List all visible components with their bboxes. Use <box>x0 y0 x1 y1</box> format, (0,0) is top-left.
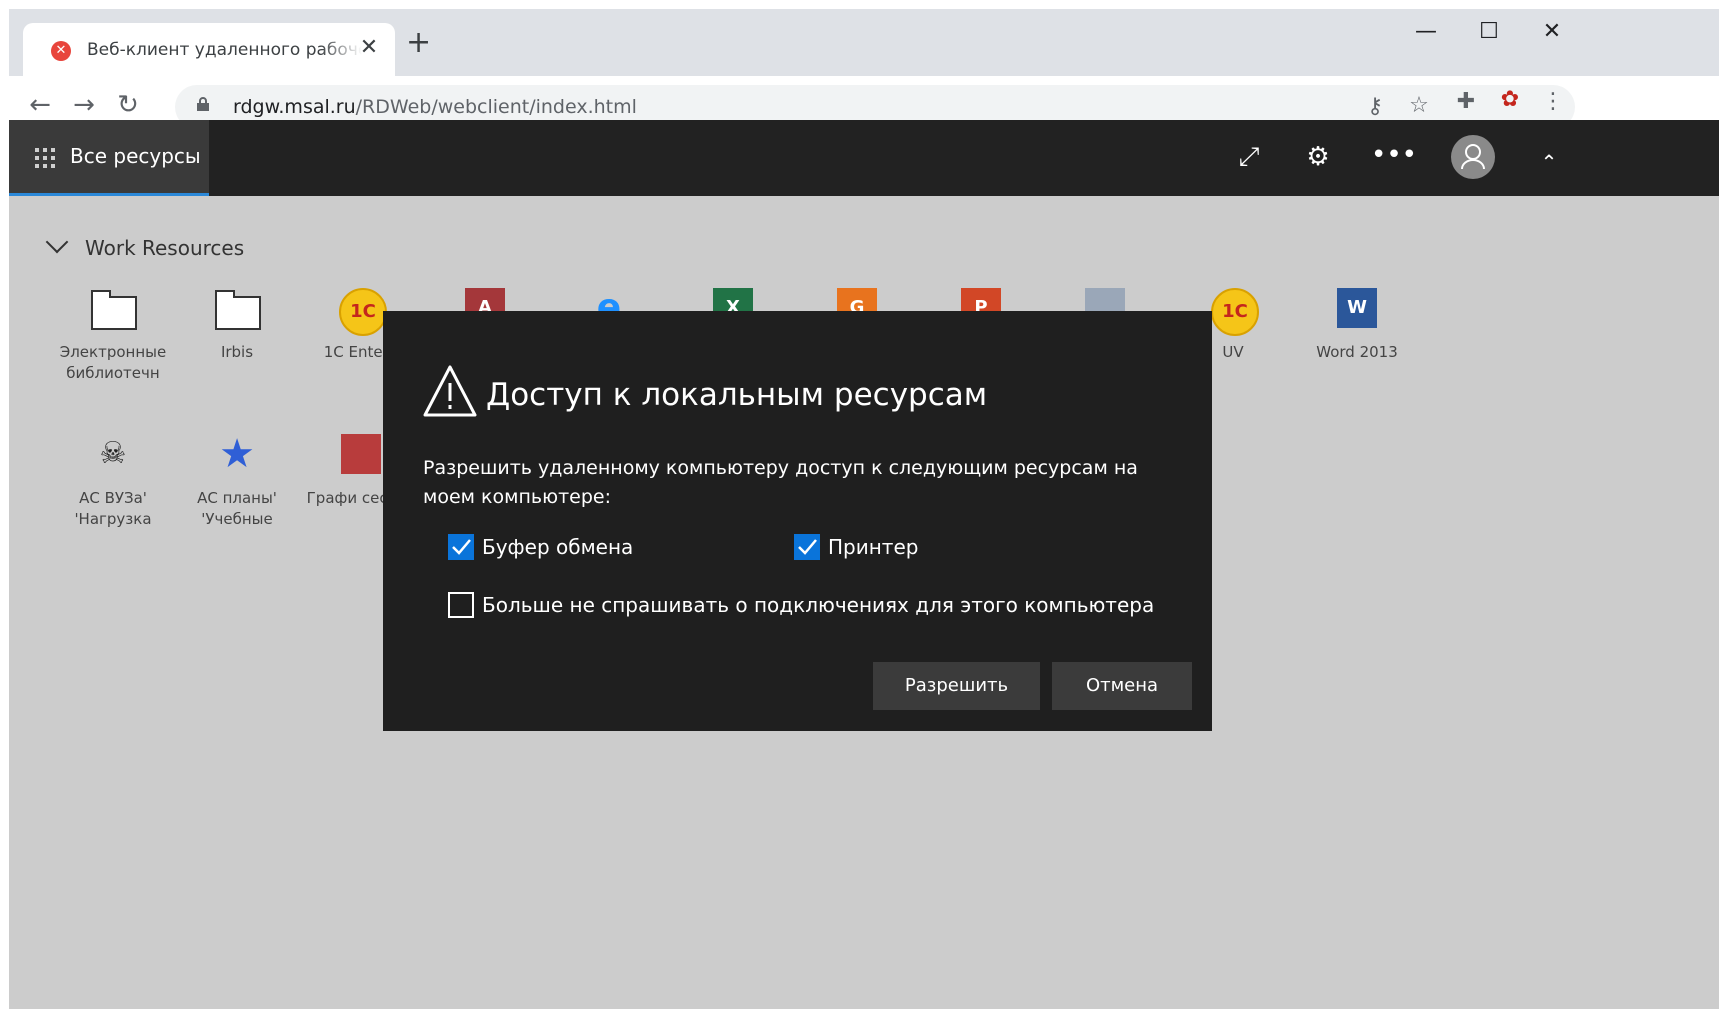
close-window-button[interactable]: ✕ <box>1532 19 1572 44</box>
app-label: Электронные библиотечн <box>59 343 167 382</box>
back-arrow-icon[interactable]: ← <box>22 90 58 120</box>
app-tile[interactable]: Irbis <box>177 288 297 363</box>
key-icon[interactable]: ⚷ <box>1358 94 1392 119</box>
browser-window: ✕ Веб-клиент удаленного рабочего стола ✕… <box>9 9 1719 1009</box>
section-work-resources[interactable]: Work Resources <box>45 230 245 260</box>
url-text: rdgw.msal.ru/RDWeb/webclient/index.html <box>233 96 637 118</box>
bookmark-star-icon[interactable]: ☆ <box>1402 93 1436 118</box>
folder-icon <box>91 290 137 330</box>
cancel-button[interactable]: Отмена <box>1052 662 1192 710</box>
1c-icon: 1C <box>339 288 387 336</box>
warning-icon <box>423 365 477 417</box>
app-tile[interactable]: Электронные библиотечн <box>53 288 173 384</box>
chevron-down-icon <box>45 230 69 254</box>
app-tile[interactable]: W Word 2013 <box>1297 288 1417 363</box>
dont-ask-label: Больше не спрашивать о подключениях для … <box>482 593 1155 617</box>
clipboard-label: Буфер обмена <box>482 535 634 559</box>
new-tab-button[interactable]: + <box>406 28 431 58</box>
rdweb-header: Все ресурсы ⤢ ⚙ ••• ⌃ <box>9 120 1719 196</box>
schedule-icon <box>341 434 381 474</box>
all-resources-label: Все ресурсы <box>70 144 201 168</box>
dialog-title: Доступ к локальным ресурсам <box>486 377 988 413</box>
collapse-chevron-icon[interactable]: ⌃ <box>1529 150 1569 174</box>
maximize-button[interactable]: ☐ <box>1469 19 1509 44</box>
app-tile[interactable]: ☠ АС ВУЗа' 'Нагрузка <box>53 434 173 530</box>
section-title: Work Resources <box>85 236 245 260</box>
reload-icon[interactable]: ↻ <box>110 90 146 120</box>
lock-icon <box>197 97 209 111</box>
local-resources-dialog: Доступ к локальным ресурсам Разрешить уд… <box>383 311 1212 731</box>
all-resources-tab[interactable]: Все ресурсы <box>9 120 209 196</box>
checkbox-checked-icon[interactable] <box>448 533 474 560</box>
extension-badge-icon[interactable]: ✿ <box>1493 87 1527 112</box>
pirate-icon: ☠ <box>99 436 127 471</box>
tab-close-icon[interactable]: ✕ <box>355 35 383 60</box>
rdp-favicon-icon: ✕ <box>51 41 71 61</box>
minimize-button[interactable]: — <box>1406 19 1446 44</box>
settings-gear-icon[interactable]: ⚙ <box>1298 142 1338 172</box>
printer-checkbox[interactable]: Принтер <box>794 533 919 562</box>
printer-label: Принтер <box>828 535 919 559</box>
extensions-puzzle-icon[interactable]: ✚ <box>1449 89 1483 114</box>
app-tile[interactable]: ★ АС планы' 'Учебные <box>177 434 297 530</box>
user-avatar-icon[interactable] <box>1451 135 1495 179</box>
1c-icon: 1C <box>1211 288 1259 336</box>
app-label: Irbis <box>220 343 254 361</box>
forward-arrow-icon[interactable]: → <box>66 90 102 120</box>
folder-icon <box>215 290 261 330</box>
expand-icon[interactable]: ⤢ <box>1229 142 1269 173</box>
checkbox-unchecked-icon[interactable] <box>448 591 474 618</box>
allow-button[interactable]: Разрешить <box>873 662 1040 710</box>
more-icon[interactable]: ••• <box>1371 140 1417 170</box>
app-label: АС планы' 'Учебные <box>197 489 277 528</box>
word-icon: W <box>1337 288 1377 328</box>
browser-menu-icon[interactable]: ⋮ <box>1536 89 1570 114</box>
dialog-text: Разрешить удаленному компьютеру доступ к… <box>423 457 1138 508</box>
app-grid-icon <box>35 148 55 168</box>
star-icon: ★ <box>219 431 255 477</box>
tab-title: Веб-клиент удаленного рабочего стола <box>87 40 362 60</box>
tab-strip: ✕ Веб-клиент удаленного рабочего стола ✕… <box>9 9 1719 76</box>
app-label: Word 2013 <box>1316 343 1398 361</box>
checkbox-checked-icon[interactable] <box>794 533 820 560</box>
app-label: АС ВУЗа' 'Нагрузка <box>74 489 152 528</box>
clipboard-checkbox[interactable]: Буфер обмена <box>448 533 634 562</box>
browser-tab[interactable]: ✕ Веб-клиент удаленного рабочего стола ✕ <box>23 23 395 76</box>
dont-ask-checkbox[interactable]: Больше не спрашивать о подключениях для … <box>448 591 1155 620</box>
